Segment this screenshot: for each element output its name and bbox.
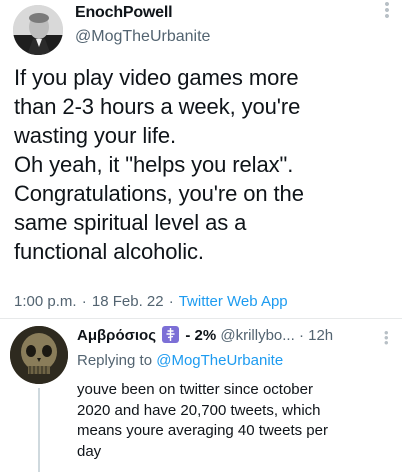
meta-separator: · [81,293,87,310]
thread-line [38,388,40,472]
skull-photo [10,326,68,384]
meta-separator: · [168,293,174,310]
tweet-thread: EnochPowell @MogTheUrbanite • • • If you p… [0,0,402,472]
orthodox-cross-flag-icon [162,326,180,343]
reply-time[interactable]: 12h [308,327,333,344]
reply-display-name[interactable]: Αμβρόσιος [77,327,156,344]
replying-prefix: Replying to [77,352,153,369]
tweet-meta: 1:00 p.m. · 18 Feb. 22 · Twitter Web App [14,293,288,310]
reply-percent: - 2% [185,327,217,344]
reply-header: Αμβρόσιος - 2% @krillybo... · 12h [77,326,333,344]
tweet-date[interactable]: 18 Feb. 22 [92,293,164,310]
replying-to-mention[interactable]: @MogTheUrbanite [156,352,283,369]
tweet-time[interactable]: 1:00 p.m. [14,293,77,310]
source-app-link[interactable]: Twitter Web App [179,293,288,310]
tweet-text: If you play video games more than 2-3 ho… [14,65,304,264]
reply-separator: · [298,327,304,344]
avatar-main[interactable] [13,5,63,55]
reply-text: youve been on twitter since october 2020… [77,381,328,460]
avatar-reply[interactable] [10,326,68,384]
more-vertical-icon[interactable]: • • • [384,326,389,349]
more-vertical-icon[interactable]: • • • [380,0,394,24]
author-display-name[interactable]: EnochPowell [75,4,173,22]
reply-handle[interactable]: @krillybo... [220,327,294,344]
profile-photo [13,5,63,55]
author-handle[interactable]: @MogTheUrbanite [75,28,210,46]
replying-to: Replying to @MogTheUrbanite [77,352,283,369]
divider [0,318,402,319]
